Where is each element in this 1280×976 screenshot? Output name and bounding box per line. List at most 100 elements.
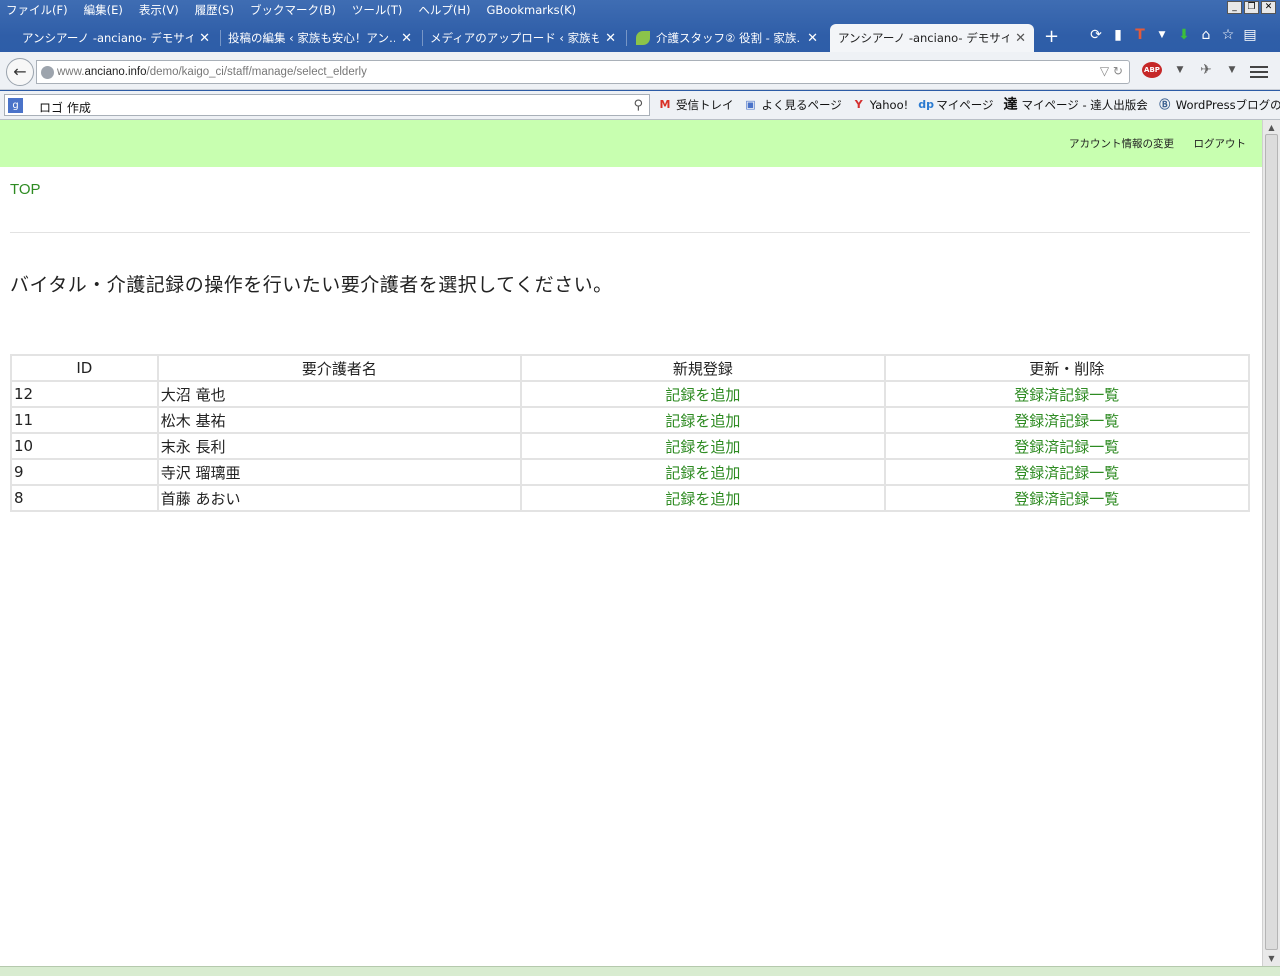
home-icon[interactable]: ⌂: [1198, 27, 1214, 43]
add-record-link[interactable]: 記録を追加: [665, 412, 740, 430]
cell-list: 登録済記録一覧: [883, 406, 1251, 434]
search-icon[interactable]: ⚲: [633, 98, 643, 113]
tab-care-staff[interactable]: 介護スタッフ② 役割 - 家族… ✕: [628, 24, 826, 52]
sync-icon[interactable]: ⟳: [1088, 27, 1104, 43]
cell-list: 登録済記録一覧: [883, 432, 1251, 460]
add-record-link[interactable]: 記録を追加: [665, 464, 740, 482]
tab-separator: [626, 30, 627, 46]
minimize-icon[interactable]: _: [1227, 1, 1242, 14]
table-row: 12 大沼 竜也 記録を追加 登録済記録一覧: [10, 380, 1251, 408]
record-list-link[interactable]: 登録済記録一覧: [1014, 412, 1119, 430]
hamburger-menu-icon[interactable]: [1250, 63, 1268, 79]
column-new-record: 新規登録: [520, 354, 886, 382]
add-record-link[interactable]: 記録を追加: [665, 386, 740, 404]
wordpress-icon: Ⓑ: [1159, 98, 1171, 111]
cell-name: 首藤 あおい: [156, 484, 523, 512]
navigation-bar: ← www.anciano.info/demo/kaigo_ci/staff/m…: [0, 52, 1280, 90]
record-list-link[interactable]: 登録済記録一覧: [1014, 438, 1119, 456]
adblock-icon[interactable]: ABP: [1142, 62, 1162, 78]
star-icon[interactable]: ☆: [1220, 27, 1236, 43]
tab-anciano-demo-1[interactable]: アンシアーノ -anciano- デモサイ… ✕: [14, 24, 218, 52]
tab-close-icon[interactable]: ✕: [199, 31, 210, 46]
scrollbar-thumb[interactable]: [1265, 134, 1278, 950]
menu-edit[interactable]: 編集(E): [84, 2, 123, 18]
download-icon[interactable]: ⬇: [1176, 27, 1192, 43]
cell-add: 記録を追加: [520, 406, 886, 434]
account-settings-link[interactable]: アカウント情報の変更: [1069, 136, 1174, 151]
close-window-icon[interactable]: ✕: [1261, 1, 1276, 14]
table-row: 8 首藤 あおい 記録を追加 登録済記録一覧: [10, 484, 1251, 512]
logout-link[interactable]: ログアウト: [1194, 136, 1247, 151]
cell-name: 寺沢 瑠璃亜: [156, 458, 523, 486]
cell-list: 登録済記録一覧: [883, 484, 1251, 512]
menu-gbookmarks[interactable]: GBookmarks(K): [486, 3, 576, 17]
cell-add: 記録を追加: [520, 380, 886, 408]
table-row: 11 松木 基祐 記録を追加 登録済記録一覧: [10, 406, 1251, 434]
add-record-link[interactable]: 記録を追加: [665, 438, 740, 456]
tatsujin-icon: 達: [1003, 97, 1018, 113]
tab-close-icon[interactable]: ✕: [605, 31, 616, 46]
bookmark-wordpress[interactable]: ⒷWordPressブログの作成…: [1158, 97, 1280, 113]
dropdown-arrow-icon[interactable]: ▼: [1154, 27, 1170, 43]
new-tab-icon[interactable]: +: [1044, 26, 1059, 47]
restore-icon[interactable]: ❐: [1244, 1, 1259, 14]
frequent-pages-icon: ▣: [745, 98, 756, 111]
tab-edit-post[interactable]: 投稿の編集 ‹ 家族も安心！アン… ✕: [220, 24, 420, 52]
add-record-link[interactable]: 記録を追加: [665, 490, 740, 508]
tab-toolbar: ⟳ ▮ T ▼ ⬇ ⌂ ☆ ▤: [1088, 27, 1258, 43]
tab-close-icon[interactable]: ✕: [1015, 31, 1026, 46]
menu-bar: ファイル(F) 編集(E) 表示(V) 履歴(S) ブックマーク(B) ツール(…: [0, 0, 1280, 20]
search-input[interactable]: g ロゴ 作成 ⚲: [4, 94, 650, 116]
browser-chrome: ファイル(F) 編集(E) 表示(V) 履歴(S) ブックマーク(B) ツール(…: [0, 0, 1280, 120]
page-title: バイタル・介護記録の操作を行いたい要介護者を選択してください。: [10, 274, 613, 296]
site-header: アカウント情報の変更 ログアウト: [0, 120, 1262, 167]
dropdown-arrow-icon[interactable]: ▼: [1172, 62, 1188, 78]
cell-name: 大沼 竜也: [156, 380, 523, 408]
status-bar: [0, 966, 1280, 976]
reload-icon[interactable]: ▽ ↻: [1100, 64, 1123, 78]
dropdown-arrow-icon[interactable]: ▼: [1224, 62, 1240, 78]
bookmark-inbox[interactable]: M 受信トレイ: [658, 97, 734, 113]
record-list-link[interactable]: 登録済記録一覧: [1014, 464, 1119, 482]
tab-media-upload[interactable]: メディアのアップロード ‹ 家族も安… ✕: [422, 24, 624, 52]
bookmark-tatsujin[interactable]: 達マイページ - 達人出版会: [1004, 97, 1148, 113]
record-list-link[interactable]: 登録済記録一覧: [1014, 490, 1119, 508]
menu-history[interactable]: 履歴(S): [195, 2, 234, 18]
url-bar[interactable]: www.anciano.info/demo/kaigo_ci/staff/man…: [36, 60, 1130, 84]
bookmark-frequent[interactable]: ▣ よく見るページ: [744, 97, 841, 113]
mypage-icon: dp: [918, 98, 934, 111]
tab-close-icon[interactable]: ✕: [401, 31, 412, 46]
google-icon[interactable]: g: [8, 98, 23, 113]
notebook-icon[interactable]: ▮: [1110, 27, 1126, 43]
column-id: ID: [10, 354, 159, 382]
bookmarks-list: M 受信トレイ ▣ よく見るページ Y Yahoo! dp マイページ 達マイページ -…: [658, 97, 1280, 113]
menu-bookmarks[interactable]: ブックマーク(B): [250, 2, 336, 18]
top-link[interactable]: TOP: [10, 181, 41, 198]
clipboard-icon[interactable]: ▤: [1242, 27, 1258, 43]
cell-id: 8: [10, 484, 159, 512]
cell-list: 登録済記録一覧: [883, 380, 1251, 408]
t-icon[interactable]: T: [1132, 27, 1148, 43]
vertical-scrollbar[interactable]: ▲ ▼: [1262, 120, 1280, 966]
menu-view[interactable]: 表示(V): [139, 2, 179, 18]
menu-help[interactable]: ヘルプ(H): [418, 2, 470, 18]
url-text[interactable]: www.anciano.info/demo/kaigo_ci/staff/man…: [57, 66, 367, 78]
back-arrow-icon[interactable]: ←: [6, 58, 34, 86]
bookmark-yahoo[interactable]: Y Yahoo!: [852, 98, 908, 112]
table-row: 10 末永 長利 記録を追加 登録済記録一覧: [10, 432, 1251, 460]
bookmark-mypage[interactable]: dp マイページ: [918, 97, 993, 113]
leaf-icon: [636, 31, 650, 45]
yahoo-icon: Y: [854, 98, 863, 111]
tab-close-icon[interactable]: ✕: [807, 31, 818, 46]
record-list-link[interactable]: 登録済記録一覧: [1014, 386, 1119, 404]
bookmark-bar: g ロゴ 作成 ⚲ M 受信トレイ ▣ よく見るページ Y Yahoo! dp マイペー…: [0, 91, 1280, 120]
scroll-down-icon[interactable]: ▼: [1266, 953, 1277, 964]
extension-icon[interactable]: ✈: [1198, 62, 1214, 78]
cell-id: 10: [10, 432, 159, 460]
menu-tools[interactable]: ツール(T): [352, 2, 403, 18]
cell-name: 松木 基祐: [156, 406, 523, 434]
tab-anciano-demo-active[interactable]: アンシアーノ -anciano- デモサイト… ✕: [830, 24, 1034, 52]
scroll-up-icon[interactable]: ▲: [1266, 122, 1277, 133]
cell-add: 記録を追加: [520, 458, 886, 486]
menu-file[interactable]: ファイル(F): [6, 2, 68, 18]
